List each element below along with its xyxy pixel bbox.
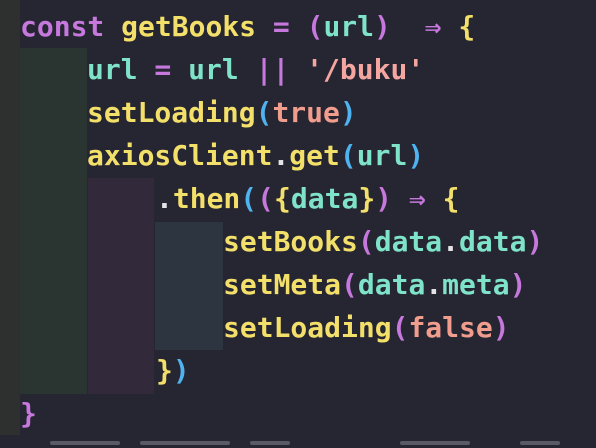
code-token: true [272, 96, 340, 129]
code-token: setBooks [223, 225, 358, 258]
code-token: ) [509, 268, 527, 301]
code-token: ) [339, 96, 357, 129]
code-token: setMeta [223, 268, 342, 301]
code-token: url [188, 53, 239, 86]
cut-off-next-line [0, 436, 596, 448]
code-token: } [20, 397, 37, 430]
code-token: get [289, 139, 340, 172]
code-token: setLoading [223, 311, 392, 344]
code-token: ( [339, 139, 357, 172]
code-token: { [442, 182, 460, 215]
code-token: ( [341, 268, 358, 301]
code-token: url [356, 139, 408, 172]
code-token: ( [255, 96, 273, 129]
code-token: . [272, 139, 290, 172]
code-token: data [459, 225, 527, 258]
indent-guide-level-2 [88, 178, 154, 394]
code-token: then [172, 182, 241, 215]
cut-off-text-fragment [250, 441, 290, 445]
code-token: . [156, 182, 173, 215]
code-token: = [137, 53, 189, 86]
code-token: setLoading [87, 96, 256, 129]
indent-guide-level-3 [155, 222, 223, 350]
code-token: ⇒ [392, 182, 443, 215]
cut-off-text-fragment [520, 441, 560, 445]
code-token: axiosClient [87, 139, 273, 172]
code-token: { [274, 182, 291, 215]
code-token: ( [306, 10, 324, 43]
code-token: meta [442, 268, 510, 301]
code-token: || [238, 53, 307, 86]
editor-gutter [0, 0, 20, 435]
code-line[interactable]: }) [156, 349, 190, 392]
code-token: ) [526, 225, 544, 258]
code-token: ) [407, 139, 425, 172]
indent-guide-level-1 [20, 48, 87, 394]
code-token: url [87, 53, 138, 86]
code-token: ( [257, 182, 275, 215]
code-line[interactable]: const getBooks = (url) ⇒ { [20, 5, 475, 48]
code-line[interactable]: url = url || '/buku' [87, 48, 424, 91]
code-token: ( [391, 311, 409, 344]
code-token: ⇒ [390, 10, 459, 43]
code-token: const [20, 10, 105, 43]
code-token: data [290, 182, 359, 215]
code-token: url [323, 10, 375, 43]
code-editor[interactable]: const getBooks = (url) ⇒ { url = url || … [0, 0, 596, 448]
code-token: ( [240, 182, 258, 215]
code-token: ) [172, 354, 190, 387]
code-line[interactable]: } [20, 392, 37, 435]
cut-off-text-fragment [140, 441, 230, 445]
code-line[interactable]: setLoading(false) [223, 306, 510, 349]
code-token: . [442, 225, 460, 258]
code-token: . [425, 268, 443, 301]
code-token: false [408, 311, 493, 344]
code-token: getBooks [121, 10, 257, 43]
code-token: ) [492, 311, 510, 344]
code-line[interactable]: setLoading(true) [87, 91, 357, 134]
code-line[interactable]: setBooks(data.data) [223, 220, 543, 263]
code-token: } [156, 354, 173, 387]
code-token: data [374, 225, 443, 258]
code-token: = [256, 10, 307, 43]
code-token: ) [374, 10, 391, 43]
code-line[interactable]: setMeta(data.meta) [223, 263, 526, 306]
code-line[interactable]: axiosClient.get(url) [87, 134, 424, 177]
code-line[interactable]: .then(({data}) ⇒ { [156, 177, 459, 220]
cut-off-text-fragment [50, 441, 120, 445]
code-token: ( [357, 225, 375, 258]
code-token: data [357, 268, 426, 301]
code-token: '/buku' [306, 53, 425, 86]
cut-off-text-fragment [400, 441, 470, 445]
code-token: ) [375, 182, 393, 215]
code-token: { [458, 10, 476, 43]
code-token: } [358, 182, 376, 215]
